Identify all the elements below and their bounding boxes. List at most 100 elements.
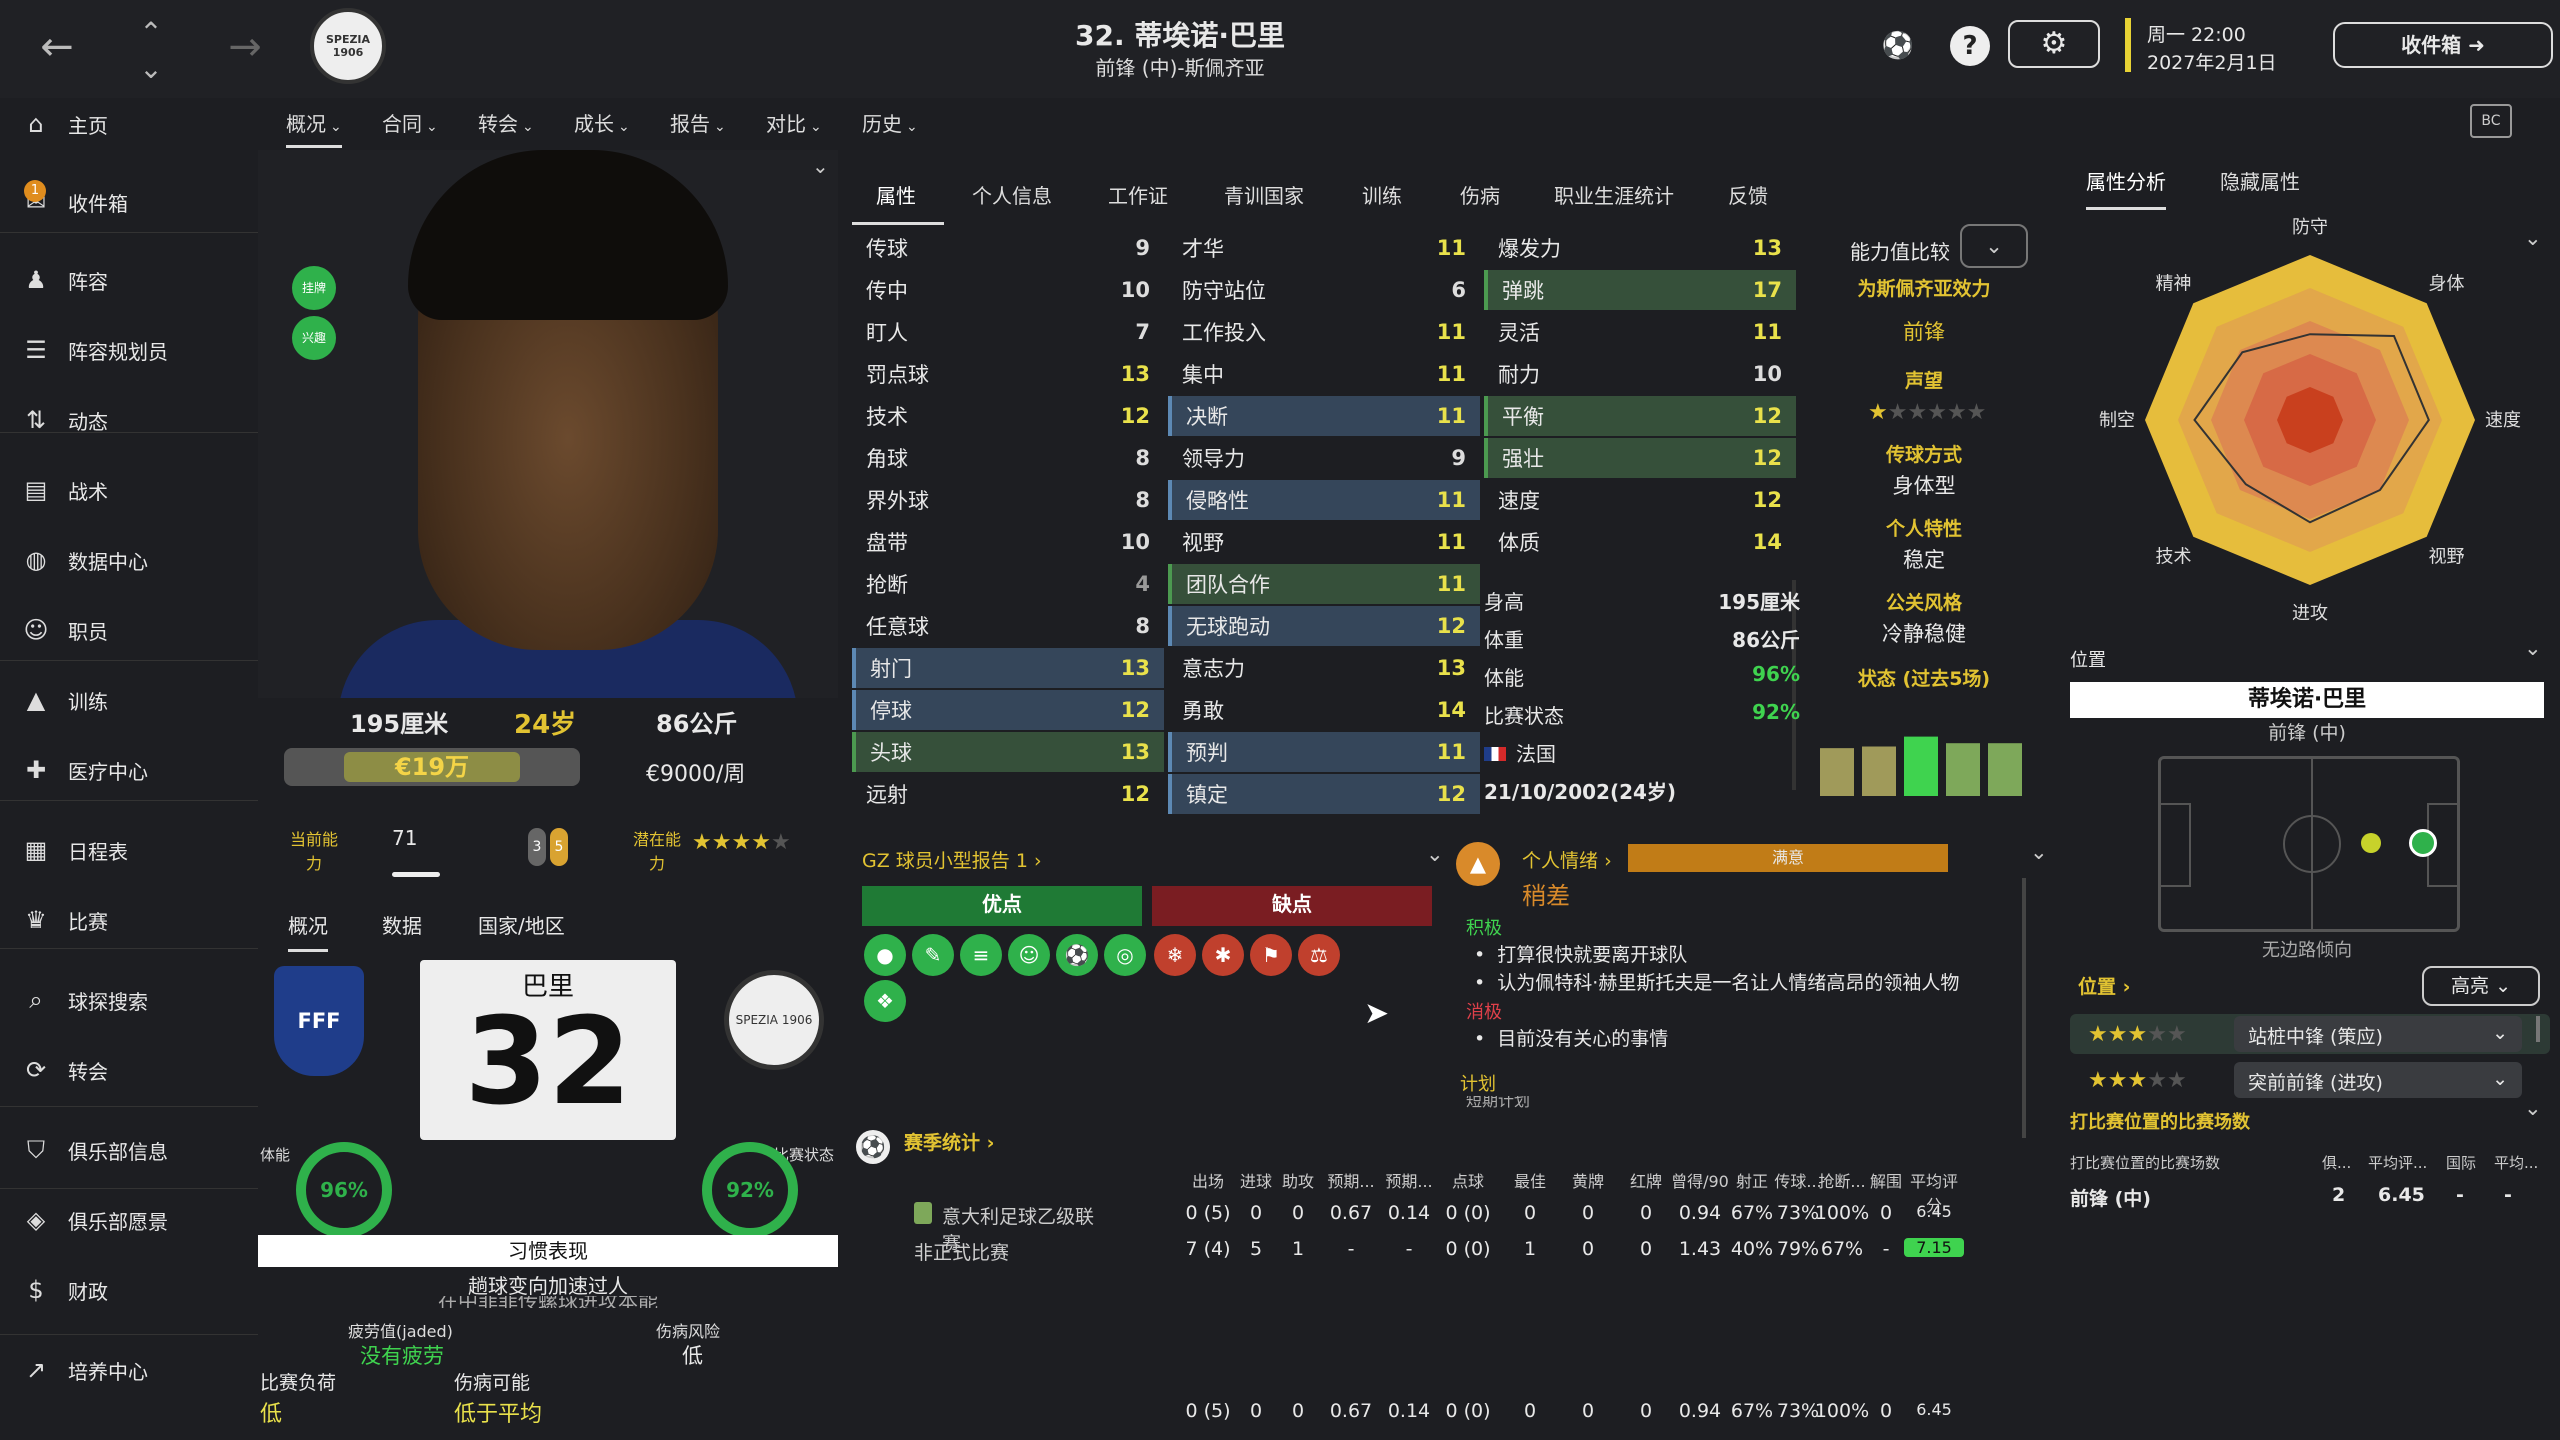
club-crest-small[interactable]: SPEZIA 1906 [724,970,824,1070]
role-select[interactable]: 突前前锋 (进攻) ⌄ [2234,1062,2522,1098]
sidebar-item-5[interactable]: ▤ 战术 [0,464,258,516]
form-bar[interactable] [1820,748,1854,796]
mood-scrollbar[interactable] [2022,878,2026,1138]
sidebar-item-7[interactable]: ☺ 职员 [0,604,258,656]
season-row[interactable]: 意大利足球乙级联赛 0 (5) 0 0 0.67 0.14 0 (0) 0 0 0 0.94 67% 7… [852,1202,2052,1255]
strength-target-icon[interactable]: ◎ [1104,934,1146,976]
attr-tab-6[interactable]: 职业生涯统计 [1554,180,1674,209]
chevron-down-icon[interactable]: ⌄ [2030,840,2048,864]
sidebar-item-12[interactable]: ⌕ 球探搜索 [0,974,258,1026]
strength-ball-icon[interactable]: ⚽ [1056,934,1098,976]
season-header[interactable]: 点球 [1438,1168,1498,1192]
weakness-position-icon[interactable]: ⚑ [1250,934,1292,976]
season-header[interactable]: 预期... [1321,1168,1381,1192]
matches-header[interactable]: 平均评... [2368,1152,2427,1173]
role-scrollbar[interactable] [2536,1016,2540,1042]
attr-tab-3[interactable]: 青训国家 [1224,180,1304,209]
attr-tab-7[interactable]: 反馈 [1728,180,1768,209]
sidebar-item-16[interactable]: $ 财政 [0,1264,258,1316]
matches-header[interactable]: 平均... [2494,1152,2538,1173]
chevron-down-icon[interactable]: ⌄ [812,154,829,178]
chevron-down-icon[interactable]: ⌄ [2524,1096,2542,1120]
matches-header[interactable]: 国际 [2446,1152,2476,1173]
season-header[interactable]: 预期... [1379,1168,1439,1192]
help-icon[interactable]: ? [1950,26,1990,66]
season-header[interactable]: 最佳 [1500,1168,1560,1192]
back-arrow-icon[interactable]: ← [32,22,82,72]
role-row[interactable]: ★★★★★ 站桩中锋 (策应) ⌄ [2070,1014,2550,1054]
tab-hidden-attributes[interactable]: 隐藏属性 [2220,166,2300,195]
sidebar-item-0[interactable]: ⌂ 主页 [0,98,258,150]
matches-header[interactable]: 打比赛位置的比赛场数 [2070,1152,2220,1173]
season-header[interactable]: 曾得/90 [1670,1168,1730,1192]
strength-finishing-icon[interactable]: ✎ [912,934,954,976]
weakness-flask-icon[interactable]: ⚖ [1298,934,1340,976]
lower-tab-2[interactable]: 国家/地区 [478,910,565,939]
sidebar-item-1[interactable]: ✉ 1 收件箱 [0,176,258,228]
club-crest[interactable]: SPEZIA 1906 [310,8,386,84]
sidebar-item-6[interactable]: ◍ 数据中心 [0,534,258,586]
strength-passing-icon[interactable]: ● [864,934,906,976]
form-bar[interactable] [1862,746,1896,797]
weakness-marking-icon[interactable]: ✱ [1202,934,1244,976]
chevron-down-icon[interactable]: ⌄ [2524,636,2542,660]
form-bar[interactable] [1988,743,2022,796]
globe-icon[interactable]: ⚽ [1878,26,1918,66]
form-bar[interactable] [1946,743,1980,796]
chevron-down-icon[interactable]: ⌄ [126,44,176,94]
sidebar-item-17[interactable]: ↗ 培养中心 [0,1344,258,1396]
positions-label[interactable]: 位置 › [2078,972,2130,999]
continue-inbox-button[interactable]: 收件箱 ➜ [2333,22,2553,68]
national-federation-crest[interactable]: FFF [274,966,364,1076]
season-stats-title[interactable]: 赛季统计 › [904,1128,994,1155]
matches-header[interactable]: 俱... [2322,1152,2351,1173]
role-select[interactable]: 站桩中锋 (策应) ⌄ [2234,1016,2522,1052]
compare-dropdown[interactable]: ⌄ [1960,224,2028,268]
strength-head-icon[interactable]: ☺ [1008,934,1050,976]
subnav-3[interactable]: 成长 ⌄ [574,108,630,137]
weakness-tackle-icon[interactable]: ❄ [1154,934,1196,976]
sidebar-item-3[interactable]: ☰ 阵容规划员 [0,324,258,376]
attr-tab-4[interactable]: 训练 [1362,180,1402,209]
season-row[interactable]: 非正式比赛 7 (4) 5 1- -0 (0) 1 0 0 1.43 40% 79% 67% -7.15 [852,1238,2052,1272]
sidebar-item-15[interactable]: ◈ 俱乐部愿景 [0,1194,258,1246]
attr-tab-0[interactable]: 属性 [876,180,916,209]
settings-button[interactable]: ⚙ [2008,20,2100,68]
view-toggle-icon[interactable]: BC [2470,104,2512,138]
attr-tab-5[interactable]: 伤病 [1460,180,1500,209]
form-bar[interactable] [1904,736,1938,796]
season-header[interactable]: 助攻 [1268,1168,1328,1192]
interest-badge[interactable]: 兴趣 [292,316,336,360]
lower-tab-1[interactable]: 数据 [382,910,422,939]
subnav-2[interactable]: 转会 ⌄ [478,108,534,137]
sidebar-item-8[interactable]: ▲ 训练 [0,674,258,726]
season-header[interactable]: 红牌 [1616,1168,1676,1192]
strength-boots-icon[interactable]: ❖ [864,980,906,1022]
strength-dribble-icon[interactable]: ≡ [960,934,1002,976]
chevron-down-icon[interactable]: ⌄ [1426,842,1444,866]
sidebar-item-14[interactable]: ⛉ 俱乐部信息 [0,1124,258,1176]
sidebar-item-13[interactable]: ⟳ 转会 [0,1044,258,1096]
attr-tab-1[interactable]: 个人信息 [972,180,1052,209]
forward-arrow-icon[interactable]: → [220,22,270,72]
sidebar-item-10[interactable]: ▦ 日程表 [0,824,258,876]
sidebar-item-2[interactable]: ♟ 阵容 [0,254,258,306]
sidebar-item-11[interactable]: ♛ 比赛 [0,894,258,946]
subnav-6[interactable]: 历史 ⌄ [862,108,918,137]
lower-tab-0[interactable]: 概况 [288,910,328,952]
mood-title[interactable]: 个人情绪 › [1522,846,1612,873]
subnav-5[interactable]: 对比 ⌄ [766,108,822,137]
tab-attribute-analysis[interactable]: 属性分析 [2086,166,2166,210]
sidebar-item-4[interactable]: ⇅ 动态 [0,394,258,446]
subnav-1[interactable]: 合同 ⌄ [382,108,438,137]
role-row[interactable]: ★★★★★ 突前前锋 (进攻) ⌄ [2070,1060,2550,1100]
subnav-4[interactable]: 报告 ⌄ [670,108,726,137]
physical-row: 体质 14 [1484,522,1796,562]
scout-report-title[interactable]: GZ 球员小型报告 1 › [862,846,1042,873]
attr-tab-2[interactable]: 工作证 [1108,180,1168,209]
season-header[interactable]: 黄牌 [1558,1168,1618,1192]
sidebar-item-9[interactable]: ✚ 医疗中心 [0,744,258,796]
subnav-0[interactable]: 概况 ⌄ [286,108,342,148]
highlight-dropdown[interactable]: 高亮 ⌄ [2422,966,2540,1006]
transfer-listed-badge[interactable]: 挂牌 [292,266,336,310]
